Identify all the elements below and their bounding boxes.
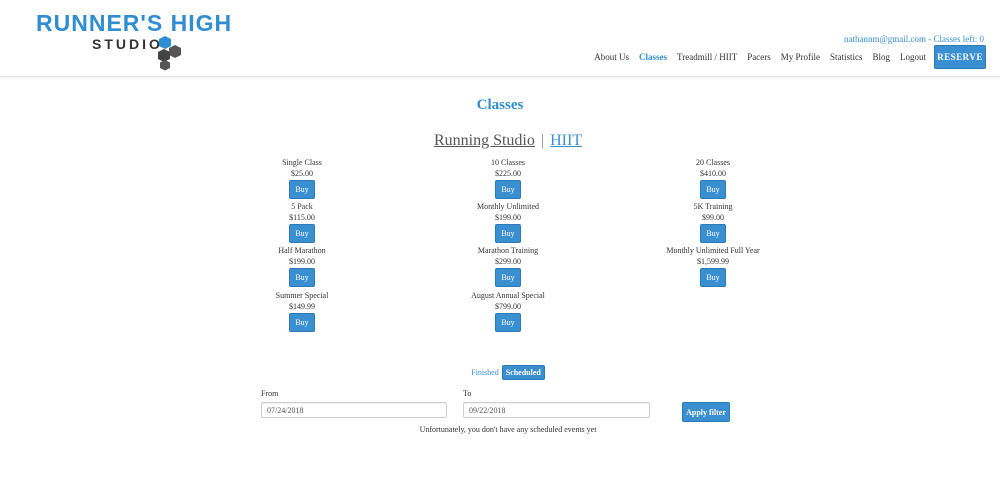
buy-button[interactable]: Buy [700, 180, 726, 199]
product-price: $225.00 [495, 169, 521, 178]
product-price: $1,599.99 [697, 257, 729, 266]
tab-running-studio[interactable]: Running Studio [434, 132, 535, 149]
product-price: $199.00 [289, 257, 315, 266]
tab-hiit[interactable]: HIIT [550, 132, 582, 149]
hexagon-logo-icon [158, 36, 181, 71]
finished-toggle[interactable]: Finished [471, 368, 499, 377]
buy-button[interactable]: Buy [289, 313, 315, 332]
product-name: 20 Classes [696, 158, 730, 167]
product-card: 10 Classes $225.00 Buy [408, 157, 608, 199]
product-name: Single Class [282, 158, 322, 167]
product-card: Monthly Unlimited $199.00 Buy [408, 201, 608, 243]
product-name: Half Marathon [278, 246, 326, 255]
nav-about-us[interactable]: About Us [594, 52, 629, 62]
buy-button[interactable]: Buy [700, 268, 726, 287]
product-price: $115.00 [289, 213, 315, 222]
brand-title: RUNNER'S HIGH [36, 10, 233, 36]
to-date-input[interactable]: 09/22/2018 [463, 402, 650, 418]
product-price: $410.00 [700, 169, 726, 178]
to-label: To [463, 389, 472, 398]
product-card: 5K Training $99.00 Buy [613, 201, 813, 243]
nav-blog[interactable]: Blog [872, 52, 890, 62]
product-price: $299.00 [495, 257, 521, 266]
product-name: Monthly Unlimited [477, 202, 539, 211]
buy-button[interactable]: Buy [495, 313, 521, 332]
product-card: 20 Classes $410.00 Buy [613, 157, 813, 199]
buy-button[interactable]: Buy [495, 224, 521, 243]
apply-filter-button[interactable]: Apply filter [682, 402, 730, 422]
product-name: Monthly Unlimited Full Year [666, 246, 760, 255]
nav-pacers[interactable]: Pacers [747, 52, 771, 62]
product-card: Summer Special $149.99 Buy [202, 290, 402, 332]
product-card: August Annual Special $799.00 Buy [408, 290, 608, 332]
product-card: Marathon Training $299.00 Buy [408, 245, 608, 287]
buy-button[interactable]: Buy [289, 180, 315, 199]
scheduled-toggle[interactable]: Scheduled [501, 365, 545, 380]
empty-events-message: Unfortunately, you don't have any schedu… [419, 425, 597, 434]
reserve-button[interactable]: RESERVE [934, 45, 986, 69]
product-name: Summer Special [275, 291, 329, 300]
product-price: $199.00 [495, 213, 521, 222]
product-name: Marathon Training [477, 246, 539, 255]
product-name: 5 Pack [291, 202, 313, 211]
main-nav: About Us Classes Treadmill / HIIT Pacers… [594, 52, 926, 62]
buy-button[interactable]: Buy [289, 224, 315, 243]
nav-classes[interactable]: Classes [639, 52, 667, 62]
product-card: Half Marathon $199.00 Buy [202, 245, 402, 287]
nav-statistics[interactable]: Statistics [830, 52, 863, 62]
from-label: From [261, 389, 279, 398]
product-price: $149.99 [289, 302, 315, 311]
buy-button[interactable]: Buy [495, 268, 521, 287]
site-header: RUNNER'S HIGH STUDIO nathannm@gmail.com … [0, 0, 1000, 77]
buy-button[interactable]: Buy [289, 268, 315, 287]
from-date-input[interactable]: 07/24/2018 [261, 402, 447, 418]
tab-separator: | [540, 132, 545, 149]
brand-subtitle: STUDIO [92, 36, 163, 52]
product-card: Monthly Unlimited Full Year $1,599.99 Bu… [613, 245, 813, 287]
brand-logo[interactable]: RUNNER'S HIGH STUDIO [36, 10, 231, 74]
nav-logout[interactable]: Logout [900, 52, 926, 62]
buy-button[interactable]: Buy [495, 180, 521, 199]
studio-tabs: Running Studio | HIIT [0, 132, 1000, 150]
product-card: Single Class $25.00 Buy [202, 157, 402, 199]
buy-button[interactable]: Buy [700, 224, 726, 243]
product-price: $799.00 [495, 302, 521, 311]
page-title: Classes [476, 97, 524, 113]
product-name: 10 Classes [491, 158, 525, 167]
product-card: 5 Pack $115.00 Buy [202, 201, 402, 243]
nav-treadmill-hiit[interactable]: Treadmill / HIIT [677, 52, 737, 62]
events-toggle: Finished Scheduled [0, 365, 1000, 380]
nav-my-profile[interactable]: My Profile [781, 52, 820, 62]
product-price: $25.00 [291, 169, 313, 178]
product-name: 5K Training [693, 202, 733, 211]
product-price: $99.00 [702, 213, 724, 222]
product-name: August Annual Special [471, 291, 545, 300]
account-status[interactable]: nathannm@gmail.com - Classes left: 0 [844, 34, 984, 44]
